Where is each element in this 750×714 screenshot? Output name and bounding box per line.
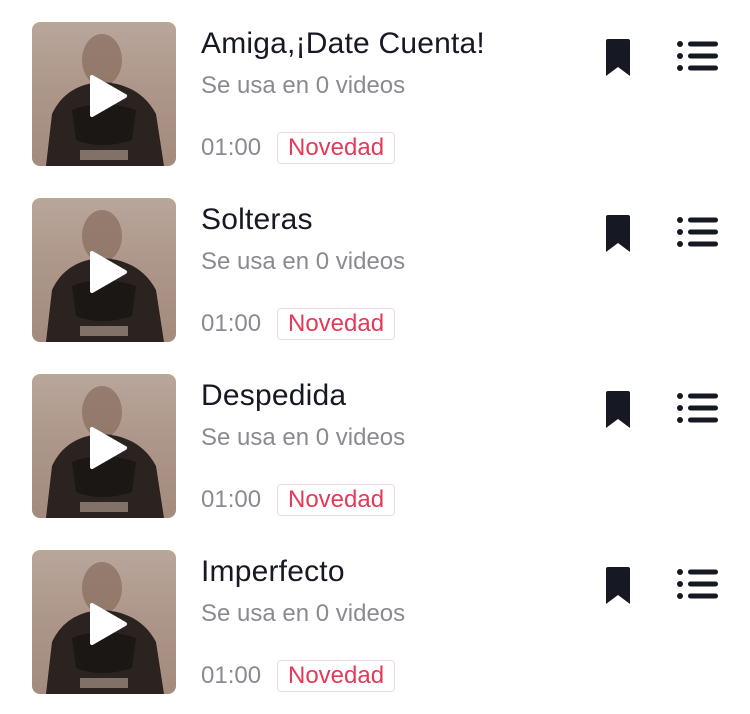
sound-cover[interactable]	[32, 550, 176, 694]
new-badge: Novedad	[277, 308, 396, 340]
sound-title: Solteras	[201, 203, 313, 236]
play-icon[interactable]	[88, 602, 128, 646]
sound-duration: 01:00	[201, 486, 262, 513]
sound-usage: Se usa en 0 videos	[201, 72, 406, 99]
sound-row[interactable]: Imperfecto Se usa en 0 videos 01:00 Nove…	[0, 528, 750, 704]
new-badge: Novedad	[277, 132, 396, 164]
list-menu-icon[interactable]	[676, 388, 720, 428]
sound-row[interactable]: Despedida Se usa en 0 videos 01:00 Noved…	[0, 352, 750, 528]
bookmark-icon[interactable]	[600, 566, 636, 606]
sound-cover[interactable]	[32, 22, 176, 166]
sound-list: Amiga,¡Date Cuenta! Se usa en 0 videos 0…	[0, 0, 750, 714]
sound-title: Despedida	[201, 379, 347, 412]
bookmark-icon[interactable]	[600, 214, 636, 254]
list-menu-icon[interactable]	[676, 564, 720, 604]
sound-row[interactable]: Amiga,¡Date Cuenta! Se usa en 0 videos 0…	[0, 0, 750, 176]
list-menu-icon[interactable]	[676, 36, 720, 76]
sound-usage: Se usa en 0 videos	[201, 600, 406, 627]
sound-cover[interactable]	[32, 374, 176, 518]
new-badge: Novedad	[277, 660, 396, 692]
sound-title: Imperfecto	[201, 555, 345, 588]
sound-usage: Se usa en 0 videos	[201, 424, 406, 451]
sound-duration: 01:00	[201, 134, 262, 161]
bookmark-icon[interactable]	[600, 38, 636, 78]
new-badge: Novedad	[277, 484, 396, 516]
play-icon[interactable]	[88, 426, 128, 470]
sound-duration: 01:00	[201, 662, 262, 689]
sound-title: Amiga,¡Date Cuenta!	[201, 27, 485, 60]
play-icon[interactable]	[88, 250, 128, 294]
sound-usage: Se usa en 0 videos	[201, 248, 406, 275]
sound-row[interactable]: Solteras Se usa en 0 videos 01:00 Noveda…	[0, 176, 750, 352]
play-icon[interactable]	[88, 74, 128, 118]
sound-cover[interactable]	[32, 198, 176, 342]
list-menu-icon[interactable]	[676, 212, 720, 252]
sound-duration: 01:00	[201, 310, 262, 337]
bookmark-icon[interactable]	[600, 390, 636, 430]
